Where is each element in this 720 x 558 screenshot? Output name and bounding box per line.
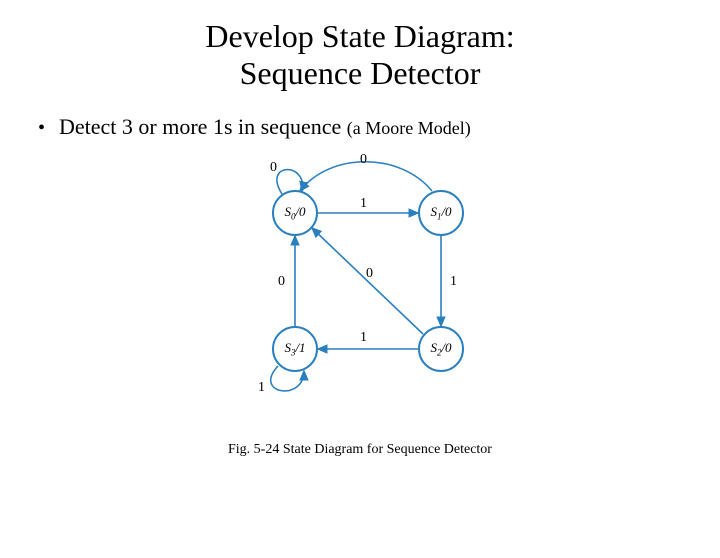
bullet-item: • Detect 3 or more 1s in sequence (a Moo…	[38, 114, 720, 140]
label-s1-s2: 1	[450, 274, 457, 290]
label-s1-s0: 0	[360, 152, 367, 168]
label-s0-self: 0	[270, 160, 277, 176]
state-s0: S0/0	[272, 190, 318, 236]
state-diagram: S0/0 S1/0 S2/0 S3/1 0 1 0 1 0 1 0 1	[200, 158, 520, 418]
bullet-marker: •	[38, 117, 45, 140]
label-s2-s3: 1	[360, 330, 367, 346]
title-line-2: Sequence Detector	[240, 55, 481, 91]
label-s3-s0: 0	[278, 274, 285, 290]
bullet-text: Detect 3 or more 1s in sequence	[59, 114, 347, 139]
label-s0-s1: 1	[360, 196, 367, 212]
label-s2-s0: 0	[366, 266, 373, 282]
page-title: Develop State Diagram: Sequence Detector	[0, 18, 720, 92]
title-line-1: Develop State Diagram:	[205, 18, 514, 54]
state-s3: S3/1	[272, 326, 318, 372]
bullet-note: (a Moore Model)	[347, 118, 471, 138]
label-s3-self: 1	[258, 380, 265, 396]
figure-caption: Fig. 5-24 State Diagram for Sequence Det…	[0, 442, 720, 458]
state-s2: S2/0	[418, 326, 464, 372]
state-s1: S1/0	[418, 190, 464, 236]
